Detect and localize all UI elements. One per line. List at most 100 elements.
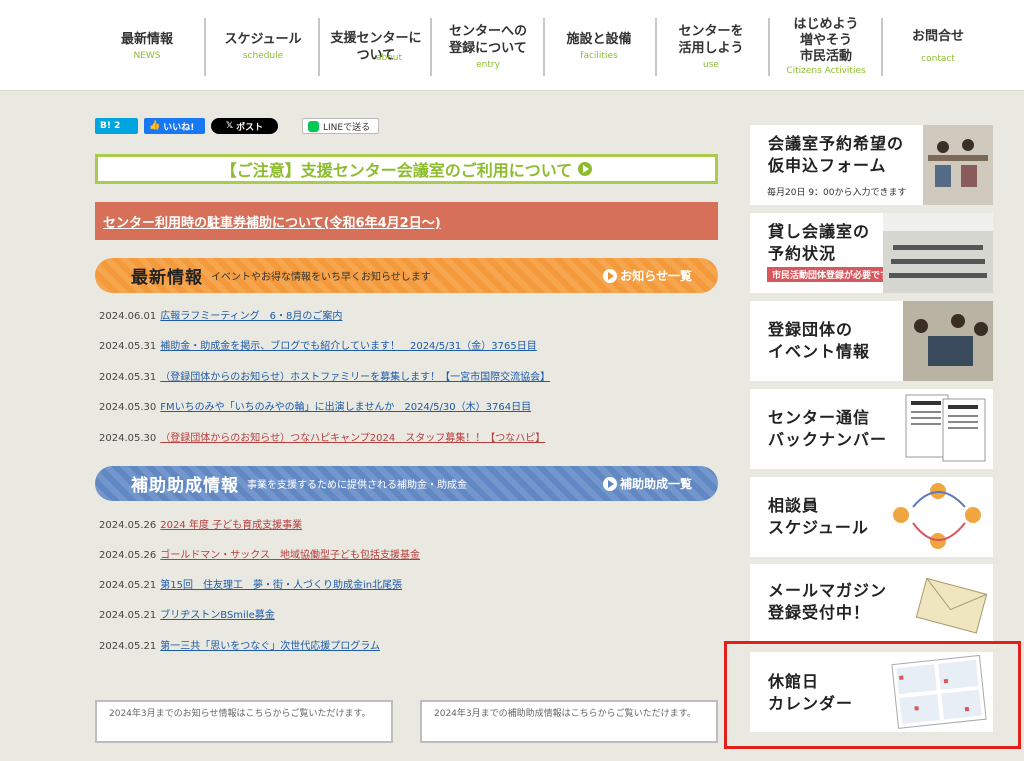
- list-item: 2024.05.31 （登録団体からのお知らせ）ホストファミリーを募集します！【一…: [99, 371, 550, 385]
- news-archive-text: 2024年3月までのお知らせ情報はこちらからご覧いただけます。: [109, 709, 371, 719]
- room-availability-banner[interactable]: 貸し会議室の 予約状況 市民活動団体登録が必要です: [750, 213, 993, 293]
- grants-section-header: 補助助成情報 事業を支援するために提供される補助金・助成金 補助助成一覧: [95, 466, 718, 501]
- facebook-like-label: いいね!: [163, 122, 195, 133]
- nav-about-en: about: [376, 53, 402, 63]
- nav-entry[interactable]: センターへの 登録について entry: [436, 16, 540, 78]
- list-item: 2024.05.26 2024 年度 子ども育成支援事業: [99, 519, 302, 533]
- nav-news[interactable]: 最新情報 NEWS: [104, 16, 190, 78]
- envelope-icon: [915, 577, 988, 634]
- nav-news-en: NEWS: [133, 51, 161, 61]
- highlight-box: [724, 641, 1021, 749]
- news-link[interactable]: 補助金・助成金を掲示、ブログでも紹介しています！ 2024/5/31（金）376…: [160, 341, 536, 352]
- nav-facilities-en: facilities: [580, 51, 618, 61]
- grant-link[interactable]: 第一三共「思いをつなぐ」次世代応援プログラム: [160, 641, 380, 652]
- grant-date: 2024.05.26: [99, 550, 157, 561]
- list-item: 2024.06.01 広報ラフミーティング 6・8月のご案内: [99, 310, 342, 324]
- grant-date: 2024.05.21: [99, 610, 157, 621]
- nav-contact-label: お問合せ: [911, 29, 964, 44]
- meeting-room-reservation-banner[interactable]: 会議室予約希望の 仮申込フォーム 毎月20日 9：00から入力できます: [750, 125, 993, 205]
- nav-entry-label: センターへの 登録について: [448, 23, 527, 56]
- line-share-button[interactable]: LINEで送る: [302, 118, 379, 134]
- banner-subtitle: 毎月20日 9：00から入力できます: [767, 188, 907, 198]
- arrow-circle-icon: [603, 268, 618, 283]
- nav-schedule-label: スケジュール: [224, 32, 302, 47]
- mail-magazine-banner[interactable]: メールマガジン 登録受付中！: [750, 564, 993, 644]
- news-date: 2024.05.31: [99, 372, 157, 383]
- news-list-link-label: お知らせ一覧: [620, 269, 692, 283]
- grants-archive-text: 2024年3月までの補助助成情報はこちらからご覧いただけます。: [434, 709, 696, 719]
- grant-date: 2024.05.21: [99, 641, 157, 652]
- nav-contact-en: contact: [921, 54, 955, 64]
- meeting-room-notice-banner[interactable]: 【ご注意】支援センター会議室のご利用について: [95, 154, 718, 184]
- event-photo: [903, 301, 993, 381]
- nav-facilities-label: 施設と設備: [566, 32, 632, 47]
- nav-entry-en: entry: [476, 59, 500, 70]
- list-item: 2024.05.26 ゴールドマン・サックス 地域協働型子ども包括支援基金: [99, 549, 420, 563]
- facebook-like-button[interactable]: 👍 いいね!: [144, 118, 205, 134]
- news-archive-link[interactable]: 2024年3月までのお知らせ情報はこちらからご覧いただけます。: [95, 700, 393, 743]
- grant-link[interactable]: ブリヂストンBSmile募金: [160, 610, 274, 621]
- line-logo-icon: [308, 120, 319, 132]
- nav-news-label: 最新情報: [120, 32, 173, 47]
- list-item: 2024.05.21 第15回 住友理工 夢・街・人づくり助成金in北尾張: [99, 579, 402, 593]
- nav-divider: [881, 18, 883, 76]
- x-logo-icon: 𝕏: [225, 121, 234, 131]
- nav-about[interactable]: 支援センターに ついて about: [324, 16, 428, 78]
- consultation-diagram-icon: [893, 483, 981, 549]
- grant-date: 2024.05.21: [99, 580, 157, 591]
- top-nav: 最新情報 NEWS スケジュール schedule 支援センターに ついて ab…: [0, 0, 1024, 91]
- newsletter-backnumber-banner[interactable]: センター通信 バックナンバー: [750, 389, 993, 469]
- grants-list-link[interactable]: 補助助成一覧: [602, 475, 692, 492]
- x-post-button[interactable]: 𝕏 ポスト: [211, 118, 278, 134]
- grants-subtitle: 事業を支援するために提供される補助金・助成金: [247, 480, 467, 491]
- news-date: 2024.05.30: [99, 433, 157, 444]
- banner-title: センター通信 バックナンバー: [768, 408, 888, 449]
- list-item: 2024.05.30 FMいちのみや「いちのみやの輪」に出演しませんか 2024/…: [99, 401, 531, 415]
- news-date: 2024.06.01: [99, 311, 157, 322]
- newsletter-icon: [905, 394, 986, 462]
- nav-schedule[interactable]: スケジュール schedule: [212, 16, 314, 78]
- news-link[interactable]: （登録団体からのお知らせ）つなハピキャンプ2024 スタッフ募集！！【つなハピ】: [160, 433, 545, 444]
- nav-citizens[interactable]: はじめよう 増やそう 市民活動 Citizens Activities: [774, 14, 878, 80]
- list-item: 2024.05.30 （登録団体からのお知らせ）つなハピキャンプ2024 スタッフ…: [99, 432, 545, 446]
- list-item: 2024.05.21 第一三共「思いをつなぐ」次世代応援プログラム: [99, 640, 380, 654]
- list-item: 2024.05.31 補助金・助成金を掲示、ブログでも紹介しています！ 2024/…: [99, 340, 537, 354]
- news-link[interactable]: FMいちのみや「いちのみやの輪」に出演しませんか 2024/5/30（木）376…: [160, 402, 531, 413]
- news-link[interactable]: 広報ラフミーティング 6・8月のご案内: [160, 311, 342, 322]
- list-item: 2024.05.21 ブリヂストンBSmile募金: [99, 609, 275, 623]
- news-title: 最新情報: [131, 268, 203, 288]
- consultant-schedule-banner[interactable]: 相談員 スケジュール: [750, 477, 993, 557]
- grant-link[interactable]: 2024 年度 子ども育成支援事業: [160, 520, 302, 531]
- line-share-label: LINEで送る: [323, 122, 371, 133]
- parking-subsidy-text: センター利用時の駐車券補助について(令和6年4月2日〜): [103, 215, 441, 231]
- meeting-photo: [923, 125, 993, 205]
- grant-link[interactable]: 第15回 住友理工 夢・街・人づくり助成金in北尾張: [160, 580, 402, 591]
- news-link[interactable]: （登録団体からのお知らせ）ホストファミリーを募集します！【一宮市国際交流協会】: [160, 372, 550, 383]
- nav-divider: [655, 18, 657, 76]
- meeting-room-notice-text: 【ご注意】支援センター会議室のご利用について: [220, 161, 573, 180]
- grant-link[interactable]: ゴールドマン・サックス 地域協働型子ども包括支援基金: [160, 550, 420, 561]
- nav-use[interactable]: センターを 活用しよう use: [662, 16, 760, 78]
- news-list-link[interactable]: お知らせ一覧: [603, 267, 692, 284]
- meeting-room-photo: [883, 213, 993, 293]
- nav-divider: [318, 18, 320, 76]
- news-section-header: 最新情報 イベントやお得な情報をいち早くお知らせします お知らせ一覧: [95, 258, 718, 293]
- nav-divider: [430, 18, 432, 76]
- grants-archive-link[interactable]: 2024年3月までの補助助成情報はこちらからご覧いただけます。: [420, 700, 718, 743]
- news-date: 2024.05.30: [99, 402, 157, 413]
- hatena-bookmark-button[interactable]: B! 2: [95, 118, 138, 134]
- nav-use-en: use: [703, 59, 719, 70]
- news-date: 2024.05.31: [99, 341, 157, 352]
- parking-subsidy-banner[interactable]: センター利用時の駐車券補助について(令和6年4月2日〜): [95, 202, 718, 240]
- nav-contact[interactable]: お問合せ contact: [888, 16, 988, 78]
- banner-title: 相談員 スケジュール: [768, 496, 869, 537]
- social-buttons: B! 2 👍 いいね! 𝕏 ポスト LINEで送る: [95, 118, 379, 134]
- hatena-label: B! 2: [100, 121, 121, 131]
- nav-citizens-en: Citizens Activities: [786, 65, 866, 76]
- nav-facilities[interactable]: 施設と設備 facilities: [550, 16, 648, 78]
- banner-title: メールマガジン 登録受付中！: [768, 581, 888, 622]
- nav-divider: [543, 18, 545, 76]
- event-info-banner[interactable]: 登録団体の イベント情報: [750, 301, 993, 381]
- banner-title: 会議室予約希望の 仮申込フォーム: [768, 134, 905, 175]
- banner-title: 貸し会議室の 予約状況: [768, 222, 871, 263]
